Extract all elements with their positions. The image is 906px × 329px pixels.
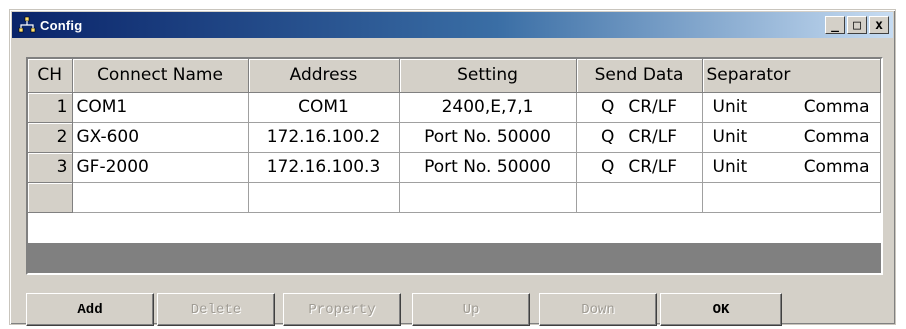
cell-setting[interactable]: 2400,E,7,1 [399, 92, 577, 123]
cell-address[interactable]: 172.16.100.2 [248, 122, 400, 153]
close-button[interactable]: x [869, 16, 889, 34]
cell-send-data[interactable]: Q CR/LF [576, 122, 703, 153]
separator-type-value: Comma [803, 97, 870, 117]
separator-unit-value: Unit [712, 97, 748, 117]
send-q-value: Q [600, 157, 615, 177]
cell-setting[interactable]: Port No. 50000 [399, 152, 577, 183]
network-app-icon [18, 16, 36, 34]
send-terminator-value: CR/LF [628, 97, 678, 117]
connection-grid[interactable]: CH Connect Name Address Setting Send Dat… [26, 57, 883, 275]
cell-empty[interactable] [702, 182, 881, 213]
column-header-setting[interactable]: Setting [399, 59, 577, 93]
row-channel[interactable]: 2 [28, 122, 73, 153]
cell-connect-name[interactable]: GF-2000 [72, 152, 249, 183]
cell-separator[interactable]: Unit Comma [702, 152, 881, 183]
grid-empty-area [28, 243, 881, 273]
table-row[interactable]: 2 GX-600 172.16.100.2 Port No. 50000 Q CR… [28, 122, 881, 153]
title-bar[interactable]: Config _ □ x [12, 12, 893, 38]
maximize-button[interactable]: □ [847, 16, 867, 34]
cell-empty[interactable] [248, 182, 400, 213]
cell-setting[interactable]: Port No. 50000 [399, 122, 577, 153]
row-channel-empty[interactable] [28, 182, 73, 213]
window-title: Config [40, 17, 83, 33]
cell-connect-name[interactable]: COM1 [72, 92, 249, 123]
window-controls: _ □ x [825, 16, 889, 34]
table-row[interactable]: 3 GF-2000 172.16.100.3 Port No. 50000 QC… [28, 152, 881, 183]
add-button[interactable]: Add [26, 293, 154, 326]
column-header-separator[interactable]: Separator [702, 59, 881, 93]
separator-type-value: Comma [803, 157, 870, 177]
header-row: CH Connect Name Address Setting Send Dat… [28, 59, 881, 93]
cell-separator[interactable]: Unit Comma [702, 122, 881, 153]
row-channel[interactable]: 1 [28, 92, 73, 123]
column-header-connect-name[interactable]: Connect Name [72, 59, 249, 93]
cell-address[interactable]: COM1 [248, 92, 400, 123]
cell-address[interactable]: 172.16.100.3 [248, 152, 400, 183]
table-row-empty[interactable] [28, 182, 881, 213]
separator-type-value: Comma [803, 127, 870, 147]
cell-empty[interactable] [399, 182, 577, 213]
cell-connect-name[interactable]: GX-600 [72, 122, 249, 153]
separator-unit-value: Unit [712, 157, 748, 177]
separator-unit-value: Unit [712, 127, 748, 147]
column-header-ch[interactable]: CH [28, 59, 73, 93]
table-row[interactable]: 1 COM1 COM1 2400,E,7,1 Q CR/LF Unit Comma [28, 92, 881, 123]
cell-separator[interactable]: Unit Comma [702, 92, 881, 123]
column-header-send-data[interactable]: Send Data [576, 59, 703, 93]
delete-button[interactable]: Delete [157, 293, 275, 326]
send-terminator-value: CR/LF [628, 157, 678, 177]
up-button[interactable]: Up [412, 293, 530, 326]
send-q-value: Q [600, 127, 615, 147]
connection-table: CH Connect Name Address Setting Send Dat… [28, 59, 881, 213]
cell-send-data[interactable]: Q CR/LF [576, 152, 703, 183]
ok-button[interactable]: OK [660, 293, 782, 326]
cell-empty[interactable] [576, 182, 703, 213]
column-header-address[interactable]: Address [248, 59, 400, 93]
cell-empty[interactable] [72, 182, 249, 213]
minimize-button[interactable]: _ [825, 16, 845, 34]
property-button[interactable]: Property [283, 293, 401, 326]
send-q-value: Q [600, 97, 615, 117]
config-window: Config _ □ x CH Connect Name Address Set… [9, 9, 896, 326]
cell-send-data[interactable]: Q CR/LF [576, 92, 703, 123]
send-terminator-value: CR/LF [628, 127, 678, 147]
down-button[interactable]: Down [539, 293, 657, 326]
row-channel[interactable]: 3 [28, 152, 73, 183]
